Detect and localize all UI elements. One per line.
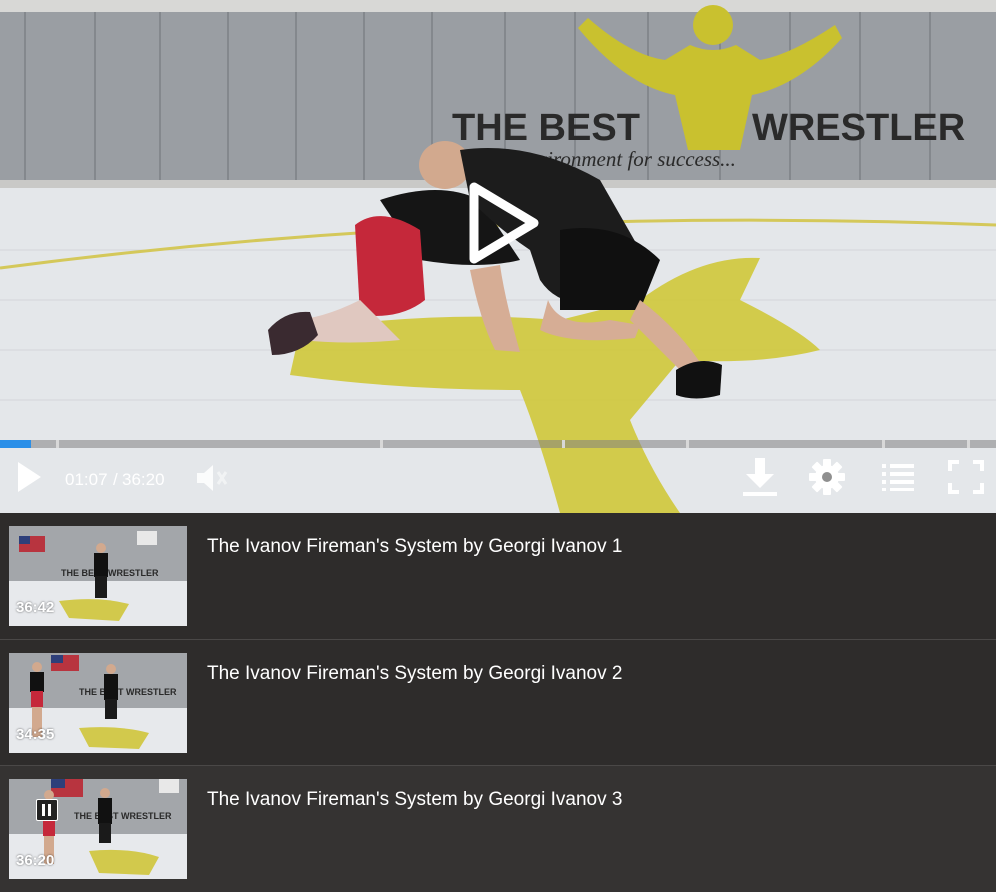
video-title[interactable]: The Ivanov Fireman's System by Georgi Iv… xyxy=(207,662,622,686)
svg-text:THE BEST WRESTLER: THE BEST WRESTLER xyxy=(74,811,172,821)
list-icon xyxy=(882,464,914,491)
download-icon xyxy=(743,458,777,496)
total-duration: 36:20 xyxy=(122,470,165,489)
playlist-item[interactable]: THE BEST WRESTLER 36:42 The Ivanov Firem… xyxy=(0,513,996,639)
mute-button[interactable] xyxy=(194,462,230,494)
video-thumbnail[interactable]: THE BEST WRESTLER 36:42 xyxy=(9,526,187,626)
fullscreen-icon xyxy=(948,460,984,494)
speaker-muted-icon xyxy=(197,465,228,491)
chapter-marker xyxy=(56,440,59,448)
chapter-marker xyxy=(882,440,885,448)
video-duration: 34:35 xyxy=(16,726,55,743)
banner-text-right: WRESTLER xyxy=(752,107,965,149)
current-time: 01:07 xyxy=(65,470,108,489)
svg-text:THE BEST WRESTLER: THE BEST WRESTLER xyxy=(61,568,159,578)
svg-text:THE BEST WRESTLER: THE BEST WRESTLER xyxy=(79,687,177,697)
now-playing-pause-icon xyxy=(36,799,58,821)
video-thumbnail[interactable]: THE BEST WRESTLER 36:20 xyxy=(9,779,187,879)
chapter-marker xyxy=(967,440,970,448)
video-title[interactable]: The Ivanov Fireman's System by Georgi Iv… xyxy=(207,535,622,559)
download-button[interactable] xyxy=(741,456,779,498)
progress-fill xyxy=(0,440,31,448)
play-icon xyxy=(18,462,41,492)
chapter-marker xyxy=(686,440,689,448)
progress-bar[interactable] xyxy=(0,440,996,448)
video-thumbnail[interactable]: THE BEST WRESTLER 34:35 xyxy=(9,653,187,753)
banner-text-left: THE BEST xyxy=(452,107,640,149)
chapter-marker xyxy=(380,440,383,448)
gear-icon xyxy=(809,459,845,495)
video-title[interactable]: The Ivanov Fireman's System by Georgi Iv… xyxy=(207,788,622,812)
time-separator: / xyxy=(113,470,118,489)
play-button[interactable] xyxy=(14,460,44,494)
playlist-item-active[interactable]: THE BEST WRESTLER 36:20 The Ivanov Firem… xyxy=(0,766,996,892)
video-frame[interactable]: THE BEST WRESTLER environment for succes… xyxy=(0,0,996,513)
settings-button[interactable] xyxy=(808,458,846,496)
playlist-button[interactable] xyxy=(881,462,915,492)
chapter-marker xyxy=(562,440,565,448)
video-duration: 36:20 xyxy=(16,852,55,869)
video-player[interactable]: THE BEST WRESTLER environment for succes… xyxy=(0,0,996,513)
video-duration: 36:42 xyxy=(16,599,55,616)
playlist-item[interactable]: THE BEST WRESTLER 34:35 The Ivanov Firem… xyxy=(0,640,996,766)
playlist: THE BEST WRESTLER 36:42 The Ivanov Firem… xyxy=(0,513,996,892)
fullscreen-button[interactable] xyxy=(948,460,984,494)
